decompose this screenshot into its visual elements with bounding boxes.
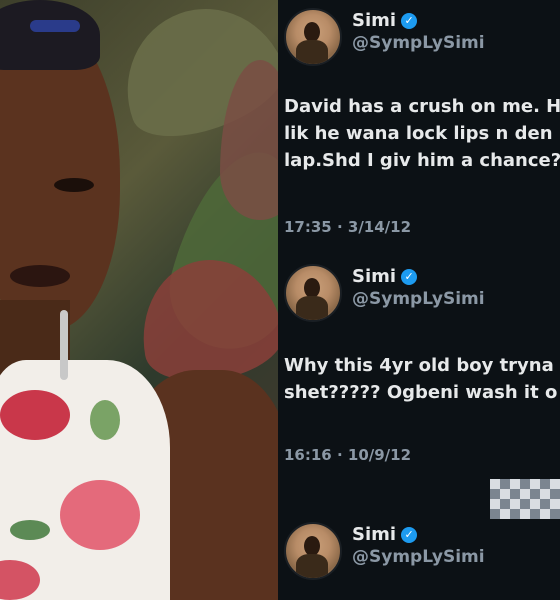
tweet-1: Simi ✓ @SympLySimi David has a crush on … [278, 0, 560, 260]
tweet-timestamp[interactable]: 17:35 · 3/14/12 [284, 218, 411, 236]
avatar[interactable] [284, 8, 342, 66]
tweet-2: Simi ✓ @SympLySimi Why this 4yr old boy … [278, 262, 560, 482]
censored-image-blur [490, 479, 560, 519]
verified-badge-icon: ✓ [401, 268, 418, 285]
avatar[interactable] [284, 522, 342, 580]
tweet-feed: Simi ✓ @SympLySimi David has a crush on … [278, 0, 560, 600]
verified-badge-icon: ✓ [401, 12, 418, 29]
avatar[interactable] [284, 264, 342, 322]
tweet-timestamp[interactable]: 16:16 · 10/9/12 [284, 446, 411, 464]
display-name[interactable]: Simi ✓ [352, 10, 485, 31]
tweet-text: David has a crush on me. He lik he wana … [284, 96, 560, 171]
screenshot-collage: Simi ✓ @SympLySimi David has a crush on … [0, 0, 560, 600]
display-name[interactable]: Simi ✓ [352, 266, 485, 287]
display-name[interactable]: Simi ✓ [352, 524, 485, 545]
handle[interactable]: @SympLySimi [352, 547, 485, 567]
portrait-photo [0, 0, 278, 600]
handle[interactable]: @SympLySimi [352, 33, 485, 53]
tweet-text: Why this 4yr old boy tryna p shet????? O… [284, 355, 558, 403]
handle[interactable]: @SympLySimi [352, 289, 485, 309]
tweet-3: Simi ✓ @SympLySimi [278, 520, 560, 600]
verified-badge-icon: ✓ [401, 526, 418, 543]
